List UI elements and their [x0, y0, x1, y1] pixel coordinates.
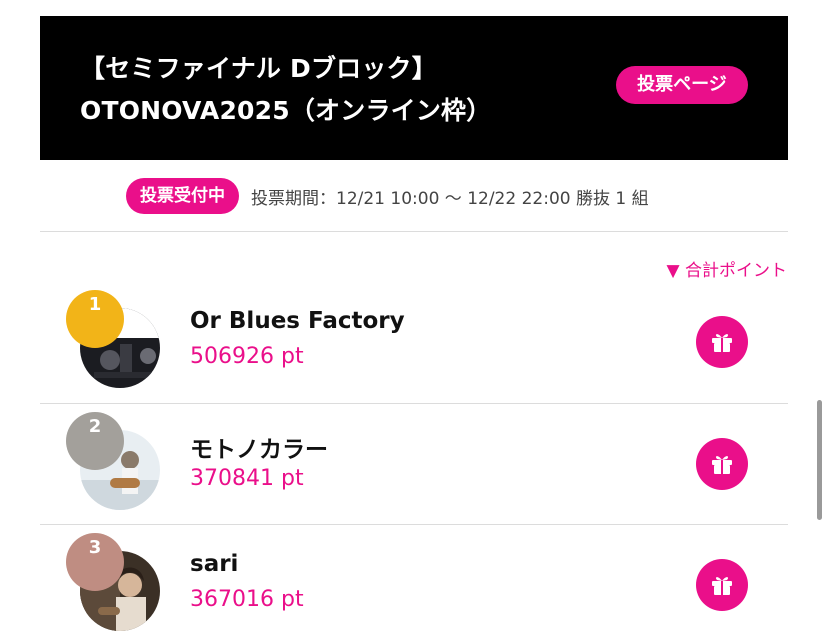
- artist-name[interactable]: sari: [190, 551, 238, 577]
- event-banner: 【セミファイナル Dブロック】 OTONOVA2025（オンライン枠） 投票ペー…: [40, 16, 788, 160]
- rank-badge: 3: [66, 533, 124, 591]
- sort-total-points-toggle[interactable]: ▼ 合計ポイント: [667, 256, 787, 281]
- ranking-row-3[interactable]: 3 sari 367016 pt: [40, 525, 788, 631]
- divider: [40, 231, 788, 232]
- gift-button[interactable]: [696, 559, 748, 611]
- scrollbar[interactable]: [817, 400, 822, 520]
- voting-status-row: 投票受付中 投票期間：12/21 10:00 〜 12/22 22:00 勝抜 …: [126, 178, 649, 214]
- gift-icon: [712, 334, 732, 352]
- voting-period: 投票期間：12/21 10:00 〜 12/22 22:00 勝抜 1 組: [251, 188, 649, 209]
- event-title-line2: OTONOVA2025（オンライン枠）: [80, 96, 492, 125]
- artist-points: 370841 pt: [190, 466, 304, 491]
- status-badge: 投票受付中: [126, 178, 239, 214]
- ranking-row-1[interactable]: 1 Or Blues Factory 506926 pt: [40, 282, 788, 388]
- rank-badge: 1: [66, 290, 124, 348]
- vote-page-button[interactable]: 投票ページ: [616, 66, 748, 104]
- gift-button[interactable]: [696, 438, 748, 490]
- event-title-line1: 【セミファイナル Dブロック】: [80, 54, 437, 83]
- event-title: 【セミファイナル Dブロック】 OTONOVA2025（オンライン枠）: [80, 48, 560, 132]
- artist-points: 367016 pt: [190, 587, 304, 612]
- gift-button[interactable]: [696, 316, 748, 368]
- rank-badge: 2: [66, 412, 124, 470]
- artist-name[interactable]: Or Blues Factory: [190, 308, 405, 334]
- gift-icon: [712, 577, 732, 595]
- artist-points: 506926 pt: [190, 344, 304, 369]
- ranking-row-2[interactable]: 2 モトノカラー 370841 pt: [40, 404, 788, 510]
- gift-icon: [712, 456, 732, 474]
- artist-name[interactable]: モトノカラー: [190, 430, 328, 464]
